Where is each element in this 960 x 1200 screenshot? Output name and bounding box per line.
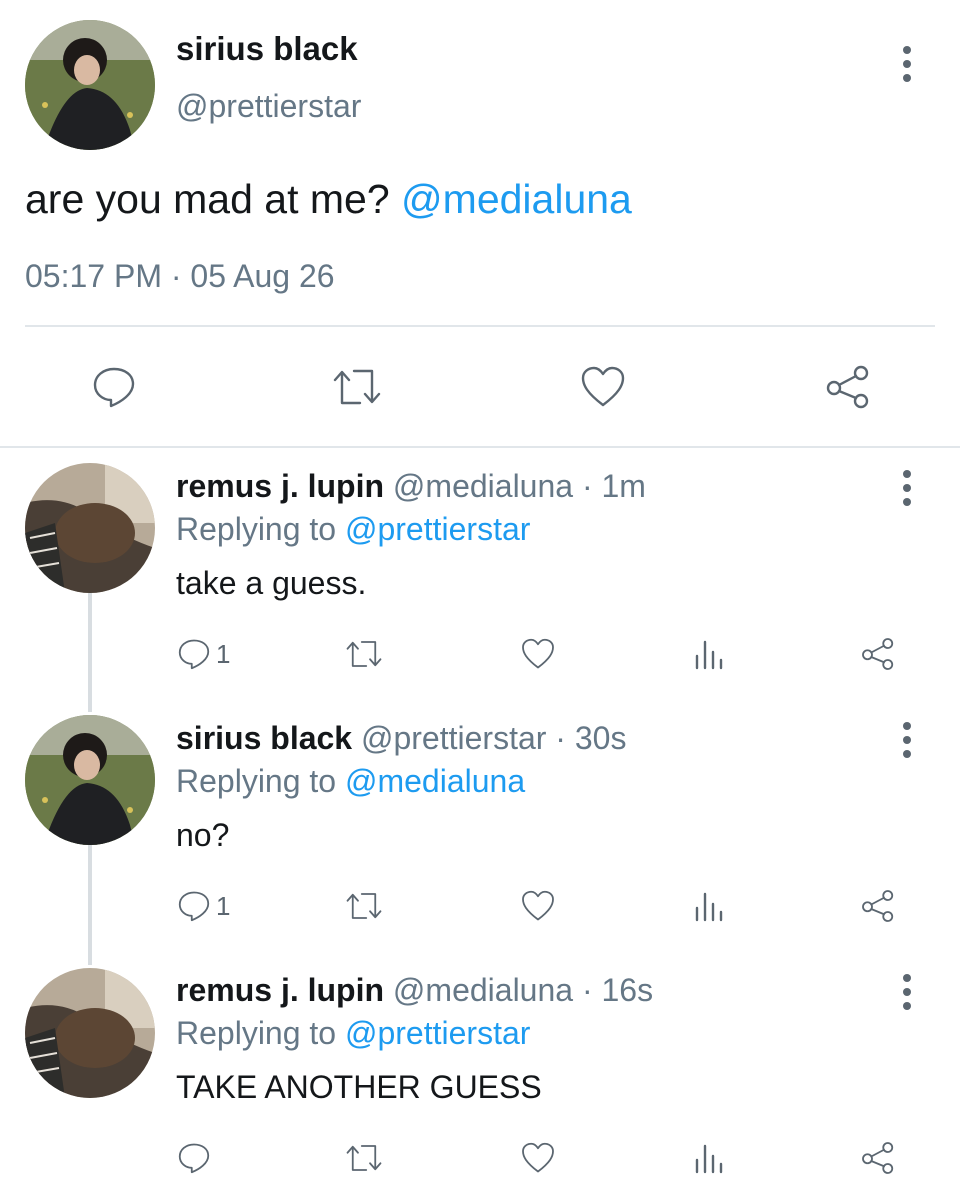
retweet-icon[interactable] bbox=[343, 1140, 385, 1176]
more-options-icon[interactable] bbox=[897, 974, 917, 1010]
reply-action[interactable]: 1 bbox=[176, 636, 230, 672]
more-options-icon[interactable] bbox=[897, 46, 917, 82]
reply-header: remus j. lupin @medialuna · 1m bbox=[176, 467, 646, 505]
main-tweet-text: are you mad at me? @medialuna bbox=[25, 176, 632, 223]
date: 05 Aug 26 bbox=[190, 258, 335, 294]
reply-display-name[interactable]: remus j. lupin bbox=[176, 972, 384, 1008]
reply-display-name[interactable]: remus j. lupin bbox=[176, 468, 384, 504]
like-icon[interactable] bbox=[520, 888, 556, 924]
reply-action[interactable]: 1 bbox=[176, 888, 230, 924]
reply-text: take a guess. bbox=[176, 565, 367, 601]
main-display-name[interactable]: sirius black bbox=[176, 30, 358, 68]
remus-avatar[interactable] bbox=[25, 463, 155, 593]
sirius-avatar[interactable] bbox=[25, 715, 155, 845]
timestamp: 05:17 PM · 05 Aug 26 bbox=[25, 258, 335, 295]
reply-time: · 30s bbox=[555, 720, 627, 756]
time: 05:17 PM bbox=[25, 258, 162, 294]
analytics-icon[interactable] bbox=[691, 636, 727, 672]
reply-text: no? bbox=[176, 817, 230, 853]
reply-time: · 1m bbox=[581, 468, 646, 504]
more-options-icon[interactable] bbox=[897, 722, 917, 758]
replying-to: Replying to @prettierstar bbox=[176, 1014, 530, 1052]
sirius-avatar[interactable] bbox=[25, 20, 155, 150]
reply-handle[interactable]: @prettierstar bbox=[361, 720, 546, 756]
separator: · bbox=[170, 258, 182, 294]
reply-text: TAKE ANOTHER GUESS bbox=[176, 1069, 542, 1105]
analytics-icon[interactable] bbox=[691, 888, 727, 924]
replying-to: Replying to @prettierstar bbox=[176, 510, 530, 548]
divider bbox=[25, 325, 935, 327]
reply-handle[interactable]: @medialuna bbox=[393, 468, 573, 504]
section-divider bbox=[0, 446, 960, 448]
share-icon[interactable] bbox=[860, 1140, 896, 1176]
retweet-icon[interactable] bbox=[343, 636, 385, 672]
reply-header: sirius black @prettierstar · 30s bbox=[176, 719, 626, 757]
replying-label: Replying to bbox=[176, 763, 337, 799]
like-icon[interactable] bbox=[579, 363, 627, 411]
reply-count: 1 bbox=[216, 638, 231, 669]
analytics-icon[interactable] bbox=[691, 1140, 727, 1176]
replying-mention-link[interactable]: @prettierstar bbox=[345, 511, 530, 547]
reply-time: · 16s bbox=[581, 972, 654, 1008]
reply-handle[interactable]: @medialuna bbox=[393, 972, 573, 1008]
replying-mention-link[interactable]: @medialuna bbox=[345, 763, 525, 799]
share-icon[interactable] bbox=[824, 363, 872, 411]
thread-line bbox=[88, 592, 92, 712]
like-icon[interactable] bbox=[520, 1140, 556, 1176]
share-icon[interactable] bbox=[860, 888, 896, 924]
replying-to: Replying to @medialuna bbox=[176, 762, 525, 800]
thread-line bbox=[88, 845, 92, 965]
reply-icon[interactable] bbox=[90, 363, 138, 411]
remus-avatar[interactable] bbox=[25, 968, 155, 1098]
mention-link[interactable]: @medialuna bbox=[401, 176, 632, 222]
replying-mention-link[interactable]: @prettierstar bbox=[345, 1015, 530, 1051]
replying-label: Replying to bbox=[176, 1015, 337, 1051]
share-icon[interactable] bbox=[860, 636, 896, 672]
replying-label: Replying to bbox=[176, 511, 337, 547]
reply-display-name[interactable]: sirius black bbox=[176, 720, 352, 756]
retweet-icon[interactable] bbox=[330, 363, 384, 411]
reply-action[interactable] bbox=[176, 1140, 216, 1176]
reply-count: 1 bbox=[216, 890, 231, 921]
reply-header: remus j. lupin @medialuna · 16s bbox=[176, 971, 653, 1009]
retweet-icon[interactable] bbox=[343, 888, 385, 924]
main-handle[interactable]: @prettierstar bbox=[176, 88, 361, 125]
more-options-icon[interactable] bbox=[897, 470, 917, 506]
like-icon[interactable] bbox=[520, 636, 556, 672]
tweet-text: are you mad at me? bbox=[25, 176, 390, 222]
